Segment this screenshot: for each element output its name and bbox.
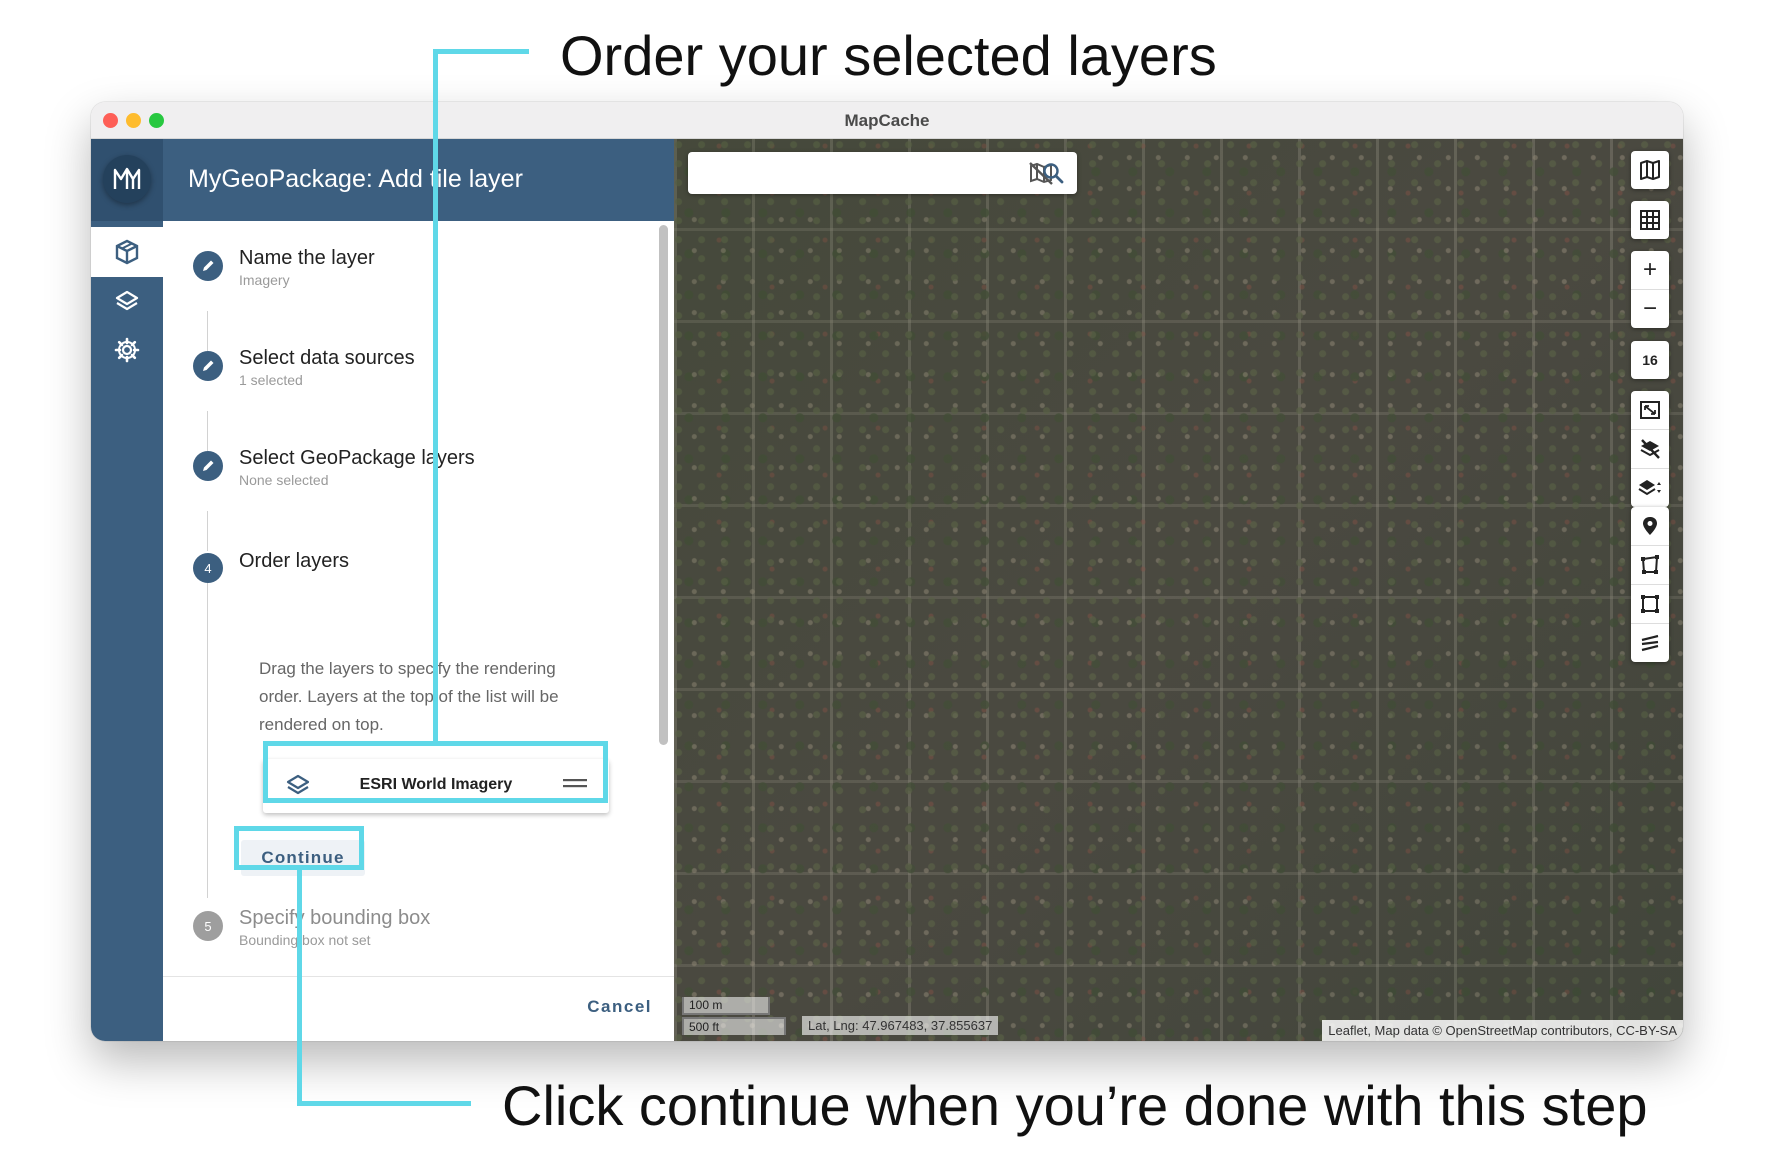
cursor-latlng: Lat, Lng: 47.967483, 37.855637 [802, 1016, 999, 1035]
search-icon[interactable] [1041, 161, 1065, 190]
step-connector [207, 411, 208, 451]
step-2-subtitle: 1 selected [239, 372, 303, 388]
step-3-subtitle: None selected [239, 472, 329, 488]
geopackage-icon [115, 239, 139, 265]
title-bar: MapCache [91, 102, 1683, 139]
step-1-edit-icon[interactable] [193, 251, 223, 281]
continue-highlight-box [234, 826, 364, 870]
app-window: MapCache MyGeoPackage: Add tile layer Na… [91, 102, 1683, 1041]
step-5-subtitle: Bounding box not set [239, 932, 371, 948]
basemap-control [1631, 151, 1669, 189]
basemap-button[interactable] [1631, 151, 1669, 189]
scale-metric: 100 m [682, 997, 770, 1015]
polygon-icon [1641, 555, 1659, 574]
layer-order-button[interactable] [1631, 469, 1669, 507]
grid-control [1631, 201, 1669, 239]
callout-line-top-horizontal [433, 49, 529, 54]
scale-imperial: 500 ft [682, 1017, 786, 1035]
layers-sort-icon [1638, 480, 1661, 496]
cancel-button[interactable]: Cancel [587, 997, 652, 1017]
grid-icon [1640, 210, 1660, 230]
stepper: Name the layer Imagery Select data sourc… [163, 221, 674, 1041]
callout-order-layers: Order your selected layers [560, 24, 1217, 87]
zoom-level: 16 [1642, 352, 1658, 368]
map-search-input[interactable] [688, 152, 992, 196]
rail-geopackage-button[interactable] [91, 227, 163, 277]
fit-extent-button[interactable] [1631, 391, 1669, 430]
minus-icon: − [1642, 295, 1657, 322]
satellite-map[interactable]: + − 16 100 m 500 ft Lat, Lng: 47.967483,… [674, 139, 1683, 1041]
draw-polygon-button[interactable] [1631, 546, 1669, 585]
panel-footer: Cancel [163, 976, 674, 1041]
zoom-control: + − [1631, 251, 1669, 328]
step-connector [207, 311, 208, 351]
callout-continue: Click continue when you’re done with thi… [502, 1074, 1648, 1137]
zoom-out-button[interactable]: − [1631, 290, 1669, 328]
step-1-title[interactable]: Name the layer [239, 247, 375, 270]
marker-icon [1643, 517, 1657, 535]
map-imagery [674, 139, 1683, 1041]
map-attribution: Leaflet, Map data © OpenStreetMap contri… [1322, 1020, 1683, 1041]
callout-line-bottom-vertical [297, 868, 302, 1106]
step-connector [207, 573, 208, 898]
draw-tools [1631, 507, 1669, 662]
rail-layers-button[interactable] [91, 277, 163, 327]
draw-marker-button[interactable] [1631, 507, 1669, 546]
map-scale: 100 m 500 ft [682, 995, 786, 1035]
callout-line-bottom-horizontal [297, 1101, 471, 1106]
plus-icon: + [1642, 256, 1657, 283]
callout-line-top-vertical [433, 49, 438, 743]
panel-scrollbar[interactable] [659, 225, 668, 745]
rail-settings-button[interactable] [91, 325, 163, 375]
layers-off-icon [1640, 439, 1660, 459]
settings-icon [114, 337, 140, 363]
draw-line-button[interactable] [1631, 624, 1669, 662]
grid-overlay-button[interactable] [1631, 201, 1669, 239]
app-logo-area [91, 139, 163, 221]
panel-title: MyGeoPackage: Add tile layer [188, 165, 523, 193]
step-3-edit-icon[interactable] [193, 451, 223, 481]
step-2-title[interactable]: Select data sources [239, 347, 415, 370]
rectangle-icon [1641, 595, 1659, 613]
step-2-edit-icon[interactable] [193, 351, 223, 381]
step-5-number: 5 [193, 911, 223, 941]
layer-highlight-box [263, 741, 608, 803]
zoom-level-display: 16 [1631, 341, 1669, 379]
zoom-in-button[interactable]: + [1631, 251, 1669, 290]
window-title: MapCache [844, 111, 930, 130]
map-icon [1640, 160, 1660, 180]
step-5-title[interactable]: Specify bounding box [239, 907, 430, 930]
clear-layers-button[interactable] [1631, 430, 1669, 469]
polyline-icon [1641, 634, 1659, 652]
fit-extent-icon [1640, 401, 1660, 419]
order-layers-instructions: Drag the layers to specify the rendering… [259, 659, 559, 734]
panel-header: MyGeoPackage: Add tile layer [163, 139, 674, 221]
step-connector [207, 511, 208, 551]
step-1-subtitle: Imagery [239, 272, 290, 288]
mapcache-logo-icon [103, 155, 151, 203]
map-search-bar [688, 152, 1077, 196]
step-4-number: 4 [193, 553, 223, 583]
step-4-title: Order layers [239, 550, 350, 572]
add-tile-layer-panel: MyGeoPackage: Add tile layer Name the la… [163, 139, 674, 1041]
nav-rail [91, 139, 163, 1041]
draw-rectangle-button[interactable] [1631, 585, 1669, 624]
map-tools [1631, 391, 1669, 507]
layers-icon [115, 290, 139, 311]
app-body: MyGeoPackage: Add tile layer Name the la… [91, 139, 1683, 1041]
step-3-title[interactable]: Select GeoPackage layers [239, 447, 475, 470]
